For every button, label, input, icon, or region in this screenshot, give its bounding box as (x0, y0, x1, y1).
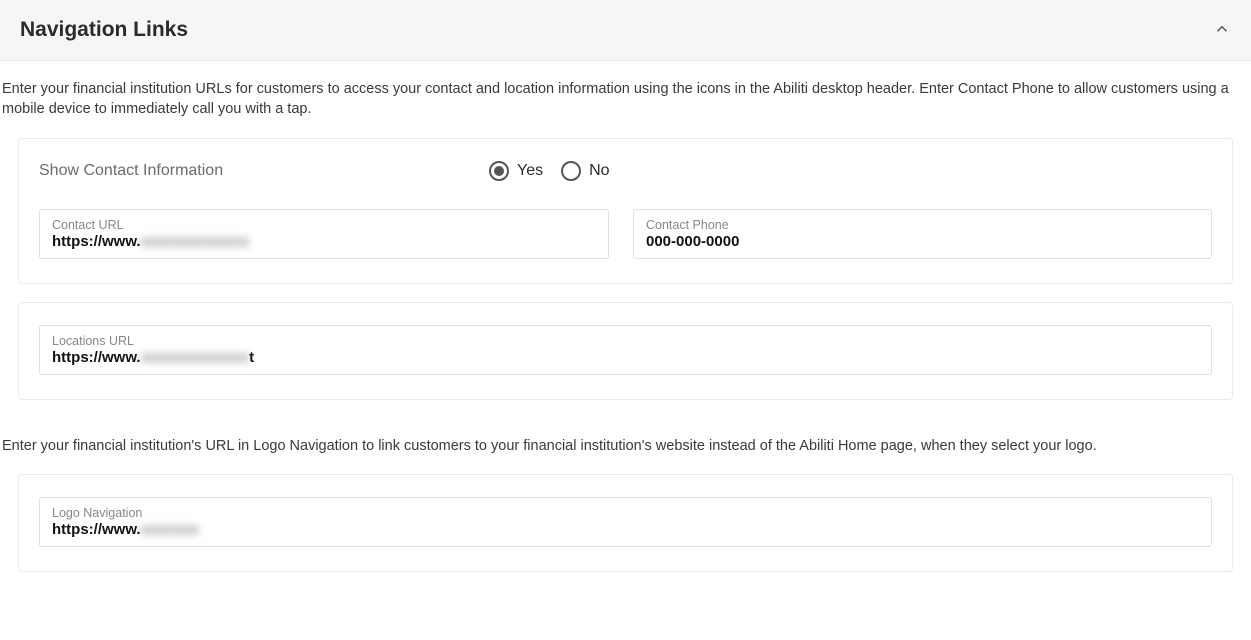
redacted-text: xxxxxxxxxxxxx (141, 349, 249, 366)
contact-phone-label: Contact Phone (646, 218, 1199, 232)
locations-card: Locations URL https://www.xxxxxxxxxxxxxt (18, 302, 1233, 400)
section-title: Navigation Links (20, 18, 188, 42)
contact-url-label: Contact URL (52, 218, 596, 232)
redacted-text: xxxxxxxxxxxxx (141, 233, 249, 250)
contact-fields-row: Contact URL https://www.xxxxxxxxxxxxx Co… (39, 209, 1212, 259)
radio-no[interactable]: No (561, 161, 609, 181)
contact-url-input[interactable]: https://www.xxxxxxxxxxxxx (52, 233, 596, 250)
section-header[interactable]: Navigation Links (0, 0, 1251, 61)
show-contact-radio-group: Yes No (489, 161, 610, 181)
show-contact-row: Show Contact Information Yes No (39, 161, 1212, 181)
contact-phone-field[interactable]: Contact Phone (633, 209, 1212, 259)
logo-navigation-field[interactable]: Logo Navigation https://www.xxxxxxx (39, 497, 1212, 547)
logo-navigation-label: Logo Navigation (52, 506, 1199, 520)
locations-url-field[interactable]: Locations URL https://www.xxxxxxxxxxxxxt (39, 325, 1212, 375)
logo-card: Logo Navigation https://www.xxxxxxx (18, 474, 1233, 572)
show-contact-label: Show Contact Information (39, 162, 489, 180)
radio-icon (489, 161, 509, 181)
description-text-2: Enter your financial institution's URL i… (0, 418, 1251, 470)
redacted-text: xxxxxxx (141, 521, 199, 538)
logo-navigation-input[interactable]: https://www.xxxxxxx (52, 521, 1199, 538)
locations-url-input[interactable]: https://www.xxxxxxxxxxxxxt (52, 349, 1199, 366)
contact-card: Show Contact Information Yes No Contact … (18, 138, 1233, 284)
contact-url-field[interactable]: Contact URL https://www.xxxxxxxxxxxxx (39, 209, 609, 259)
description-text-1: Enter your financial institution URLs fo… (0, 61, 1251, 134)
radio-no-label: No (589, 162, 609, 180)
radio-icon (561, 161, 581, 181)
radio-yes-label: Yes (517, 162, 543, 180)
contact-phone-input[interactable] (646, 233, 1199, 250)
locations-url-label: Locations URL (52, 334, 1199, 348)
chevron-up-icon[interactable] (1213, 20, 1231, 41)
radio-yes[interactable]: Yes (489, 161, 543, 181)
